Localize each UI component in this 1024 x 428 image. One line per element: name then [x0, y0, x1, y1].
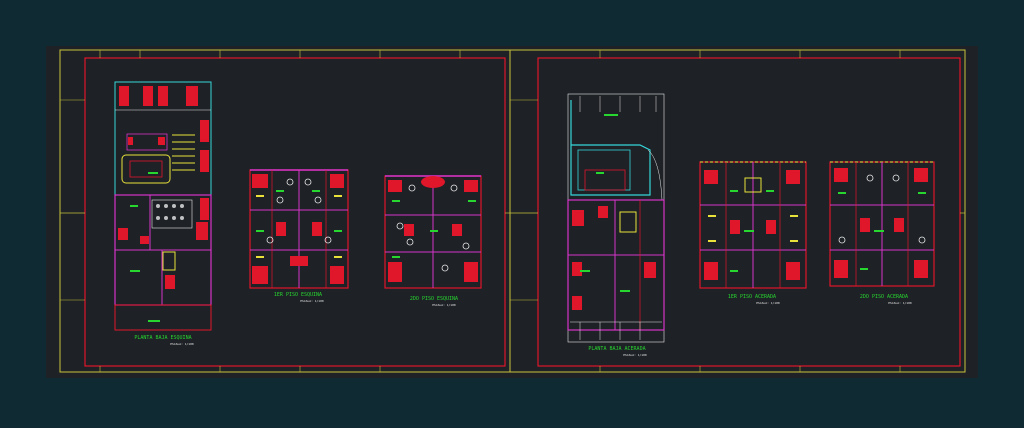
- plan-scale: ESCALA: 1/100: [888, 301, 912, 305]
- plan-title: PLANTA BAJA ACERADA: [588, 346, 645, 352]
- plan-scale: ESCALA: 1/100: [432, 303, 456, 307]
- plan-scale: ESCALA: 1/100: [756, 301, 780, 305]
- drawing-sheet-background: [46, 46, 978, 378]
- plan-title: 1ER PISO ESQUINA: [274, 292, 322, 298]
- plan-scale: ESCALA: 1/100: [300, 299, 324, 303]
- plan-title: 1ER PISO ACERADA: [728, 294, 776, 300]
- drawing-canvas[interactable]: PLANTA BAJA ESQUINA ESCALA: 1/100 1ER PI…: [0, 0, 1024, 424]
- plan-title: 2DO PISO ESQUINA: [410, 296, 458, 302]
- plan-title: 2DO PISO ACERADA: [860, 294, 908, 300]
- plan-scale: ESCALA: 1/100: [623, 353, 647, 357]
- plan-title: PLANTA BAJA ESQUINA: [134, 335, 191, 341]
- plan-scale: ESCALA: 1/100: [170, 342, 194, 346]
- cad-viewport[interactable]: PLANTA BAJA ESQUINA ESCALA: 1/100 1ER PI…: [0, 0, 1024, 424]
